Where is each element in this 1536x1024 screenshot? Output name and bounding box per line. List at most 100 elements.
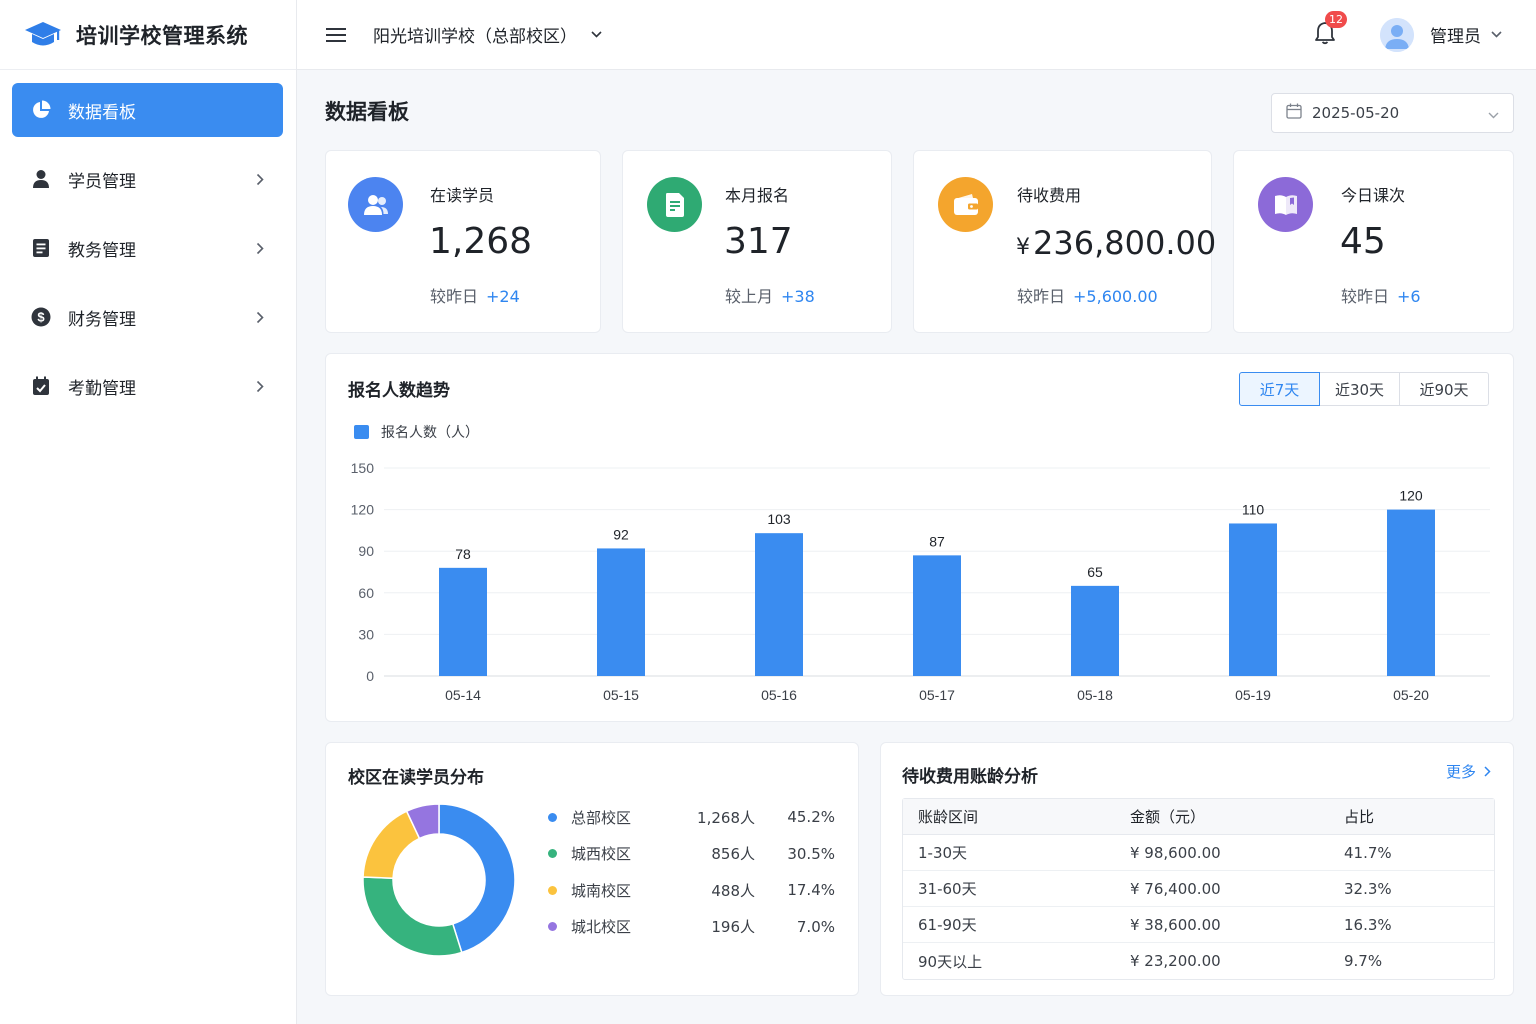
menu-toggle-icon[interactable] xyxy=(325,24,347,46)
bar xyxy=(439,567,487,676)
table-row: 61-90天 ¥ 38,600.00 16.3% xyxy=(903,907,1494,943)
table-row: 1-30天 ¥ 98,600.00 41.7% xyxy=(903,835,1494,871)
dollar-icon: $ xyxy=(30,306,52,328)
chevron-right-icon xyxy=(1484,766,1491,777)
campus-name: 总部校区 xyxy=(571,808,632,827)
table-row: 31-60天 ¥ 76,400.00 32.3% xyxy=(903,871,1494,907)
list-item: 城西校区 856人 30.5% xyxy=(548,844,835,864)
stat-label: 本月报名 xyxy=(725,186,790,205)
column-header: 金额（元） xyxy=(1115,799,1329,835)
enrollment-trend-panel: 报名人数趋势 近7天 近30天 近90天 报名人数（人） 0 30 60 90 120 1… xyxy=(325,353,1514,722)
sidebar-item-finance[interactable]: $ 财务管理 xyxy=(12,290,283,344)
table-cell: 90天以上 xyxy=(918,952,983,971)
donut-slice xyxy=(362,876,463,957)
legend-dot xyxy=(548,849,557,858)
avatar xyxy=(1380,17,1414,52)
campus-distribution-panel: 校区在读学员分布 总部校区 1,268人 45.2% 城西校区 856人 30.5% 城南校… xyxy=(325,742,859,996)
y-tick-label: 0 xyxy=(366,668,374,684)
campus-count: 856人 xyxy=(711,845,755,863)
school-selector[interactable]: 阳光培训学校（总部校区） xyxy=(373,22,602,47)
compare-label: 较昨日 xyxy=(430,287,479,306)
column-header: 占比 xyxy=(1329,799,1494,835)
users-icon xyxy=(348,177,403,232)
stat-card-enrollment: 本月报名 317 较上月 +38 xyxy=(622,150,892,333)
book-icon xyxy=(1258,177,1313,232)
stat-value-wrap: ¥236,800.00 xyxy=(1016,224,1216,262)
more-link[interactable]: 更多 xyxy=(1446,761,1491,782)
compare-label: 较昨日 xyxy=(1341,287,1390,306)
x-tick-label: 05-18 xyxy=(1077,687,1113,703)
x-tick-label: 05-20 xyxy=(1393,687,1429,703)
tab-7-days[interactable]: 近7天 xyxy=(1239,372,1320,406)
compare-label: 较昨日 xyxy=(1017,287,1066,306)
aging-analysis-panel: 待收费用账龄分析 更多 账龄区间 金额（元） 占比 1-30天 ¥ 98,600… xyxy=(880,742,1514,996)
data-label: 65 xyxy=(1087,564,1103,580)
svg-text:$: $ xyxy=(37,310,45,325)
campus-count: 196人 xyxy=(711,918,755,936)
table-cell: 61-90天 xyxy=(903,907,1115,943)
stat-delta: +38 xyxy=(781,287,815,306)
sidebar-item-label: 财务管理 xyxy=(68,309,136,330)
donut-chart xyxy=(362,803,516,957)
stat-delta: +5,600.00 xyxy=(1073,287,1158,306)
y-tick-label: 30 xyxy=(358,626,374,642)
chevron-down-icon xyxy=(591,31,602,38)
stat-card-classes: 今日课次 45 较昨日 +6 xyxy=(1233,150,1514,333)
sidebar-item-label: 数据看板 xyxy=(68,102,136,123)
stat-compare: 较昨日 +24 xyxy=(430,283,520,307)
chevron-down-icon xyxy=(1491,31,1502,38)
sidebar-item-dashboard[interactable]: 数据看板 xyxy=(12,83,283,137)
graduation-cap-icon xyxy=(24,16,62,54)
bar xyxy=(597,548,645,676)
table-row: 90天以上 ¥ 23,200.00 9.7% xyxy=(903,943,1494,979)
brand: 培训学校管理系统 xyxy=(0,0,296,70)
chevron-right-icon xyxy=(253,172,267,186)
legend-dot xyxy=(548,812,557,822)
stat-label: 待收费用 xyxy=(1017,186,1082,205)
app-title: 培训学校管理系统 xyxy=(76,23,248,48)
top-header: 阳光培训学校（总部校区） 12 管理员 xyxy=(297,0,1536,70)
x-tick-label: 05-19 xyxy=(1235,687,1271,703)
document-icon xyxy=(30,237,52,259)
sidebar-item-academic[interactable]: 教务管理 xyxy=(12,221,283,275)
table-cell: 31-60天 xyxy=(903,871,1115,907)
wallet-icon xyxy=(938,177,993,232)
user-name: 管理员 xyxy=(1430,27,1481,47)
sidebar-item-students[interactable]: 学员管理 xyxy=(12,152,283,206)
campus-percent: 7.0% xyxy=(796,917,835,936)
calendar-icon xyxy=(1286,103,1302,123)
user-menu[interactable]: 管理员 xyxy=(1380,17,1502,52)
table-cell: 16.3% xyxy=(1329,907,1494,943)
x-tick-label: 05-17 xyxy=(919,687,955,703)
stat-value: 1,268 xyxy=(429,221,533,262)
sidebar-item-label: 考勤管理 xyxy=(68,378,136,399)
aging-table: 账龄区间 金额（元） 占比 1-30天 ¥ 98,600.00 41.7% 31… xyxy=(902,798,1495,980)
bar xyxy=(1387,509,1435,676)
form-icon xyxy=(647,177,702,232)
data-label: 87 xyxy=(929,533,945,549)
list-item: 总部校区 1,268人 45.2% xyxy=(548,807,835,827)
chevron-right-icon xyxy=(253,310,267,324)
notification-button[interactable]: 12 xyxy=(1312,10,1347,48)
campus-name: 城西校区 xyxy=(571,845,632,863)
table-cell: 32.3% xyxy=(1329,871,1494,907)
stat-delta: +24 xyxy=(486,287,520,306)
stat-card-receivables: 待收费用 ¥236,800.00 较昨日 +5,600.00 xyxy=(913,150,1216,333)
table-cell: ¥ 38,600.00 xyxy=(1115,907,1329,943)
bar xyxy=(913,555,961,676)
stat-compare: 较上月 +38 xyxy=(725,283,815,307)
y-tick-label: 90 xyxy=(358,543,374,559)
page-title: 数据看板 xyxy=(325,100,409,124)
compare-label: 较上月 xyxy=(725,287,774,306)
date-picker[interactable]: 2025-05-20 xyxy=(1271,93,1514,133)
school-name: 阳光培训学校（总部校区） xyxy=(373,27,577,47)
sidebar-item-attendance[interactable]: 考勤管理 xyxy=(12,359,283,413)
campus-percent: 45.2% xyxy=(787,808,835,826)
notification-badge: 12 xyxy=(1325,10,1347,28)
more-label: 更多 xyxy=(1445,763,1476,781)
data-label: 110 xyxy=(1242,501,1265,517)
stat-delta: +6 xyxy=(1397,287,1421,306)
campus-count: 488人 xyxy=(711,881,755,900)
y-tick-label: 120 xyxy=(351,502,375,518)
data-label: 92 xyxy=(613,526,629,542)
